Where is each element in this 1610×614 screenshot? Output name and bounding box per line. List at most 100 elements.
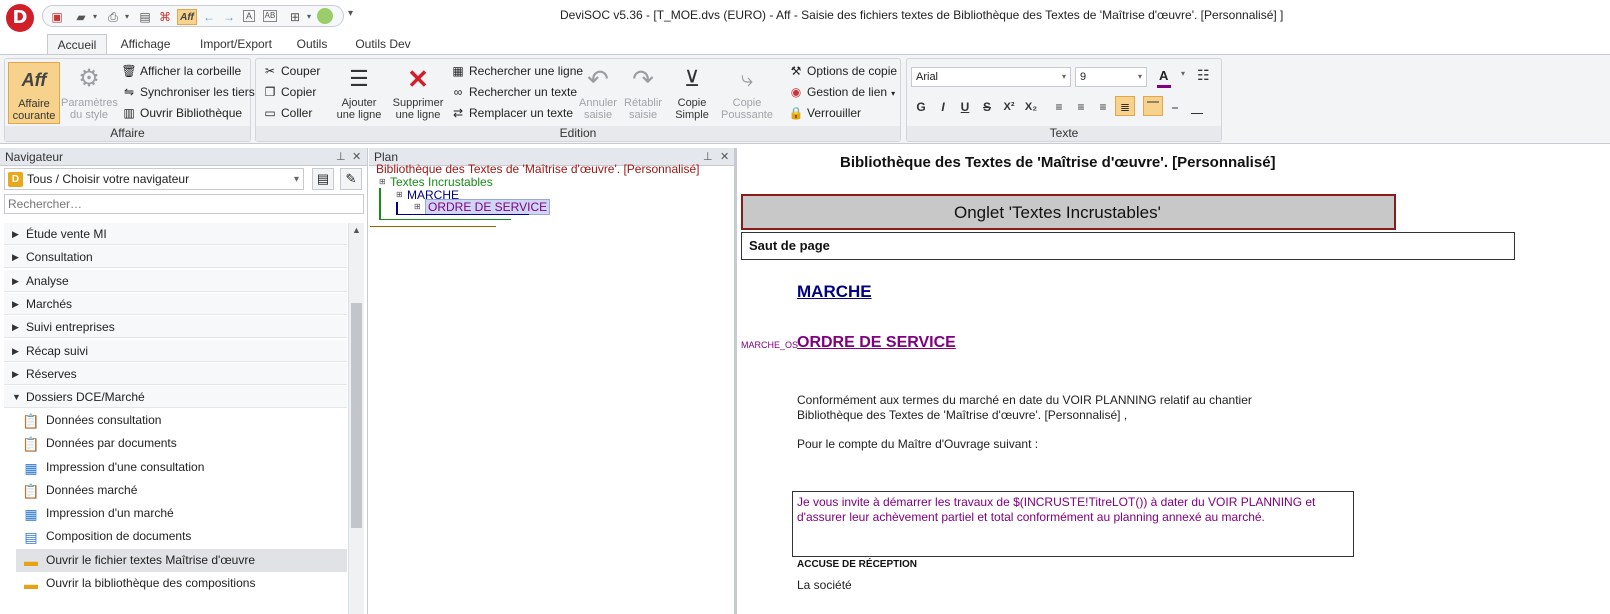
page-setup-icon[interactable]: ▤ (137, 9, 153, 25)
close-icon[interactable]: ✕ (720, 148, 729, 166)
nav-sub-composition-documents[interactable]: ▤ Composition de documents (16, 525, 347, 548)
chevron-down-icon: ▾ (1061, 72, 1066, 81)
tab-affichage[interactable]: Affichage (113, 34, 178, 54)
rechercher-texte-button[interactable]: ∞ Rechercher un texte (450, 83, 577, 101)
nav-sub-ouvrir-bibliotheque-compositions[interactable]: ▬ Ouvrir la bibliothèque des compositions (16, 572, 347, 595)
font-family-select[interactable]: Arial ▾ (911, 67, 1071, 87)
font-color-icon[interactable]: A (1159, 68, 1168, 83)
pin-icon[interactable]: ⊥ (336, 148, 346, 166)
tab-outils[interactable]: Outils (290, 34, 334, 54)
document-editor[interactable]: Bibliothèque des Textes de 'Maîtrise d'œ… (740, 148, 1610, 614)
coller-label: Coller (281, 106, 313, 120)
ribbon: Aff Affaire courante ⚙ Paramètres du sty… (0, 54, 1610, 144)
tab-outils-dev[interactable]: Outils Dev (348, 34, 418, 54)
plan-node-textes-incrustables[interactable]: Textes Incrustables (390, 175, 493, 189)
app-window: D ▣ ▰ ▾ ⎙ ▾ ▤ ⌘ Aff ← → A AB ⊞ ▾ ▾ DeviS… (0, 0, 1610, 614)
strikethrough-button[interactable]: S (977, 96, 997, 116)
nav-item-etude-vente-mi[interactable]: ▶ Étude vente MI (4, 223, 347, 245)
navigator-scrollbar[interactable]: ▲ (348, 223, 364, 614)
list-icon[interactable]: ☷ (1197, 67, 1210, 84)
clipboard-icon: 📋 (22, 413, 40, 429)
ab-icon[interactable]: AB (263, 10, 277, 22)
nav-item-dossiers-dce-marche[interactable]: ▼ Dossiers DCE/Marché (4, 386, 347, 408)
forward-icon[interactable]: → (221, 9, 237, 25)
nav-item-reserves[interactable]: ▶ Réserves (4, 363, 347, 385)
options-copie-button[interactable]: ⚒ Options de copie (788, 62, 897, 80)
copier-button[interactable]: ❐ Copier (262, 83, 317, 101)
plan-node-ordre-de-service[interactable]: ORDRE DE SERVICE (425, 199, 551, 215)
nav-item-suivi-entreprises[interactable]: ▶ Suivi entreprises (4, 316, 347, 338)
nav-item-marches[interactable]: ▶ Marchés (4, 293, 347, 315)
font-size-select[interactable]: 9 ▾ (1075, 67, 1147, 87)
expand-icon[interactable]: ⊞ (379, 177, 386, 186)
align-center-icon[interactable]: ≡ (1071, 96, 1091, 116)
subscript-button[interactable]: X₂ (1021, 96, 1041, 116)
back-icon[interactable]: ← (201, 9, 217, 25)
nav-sub-donnees-documents[interactable]: 📋 Données par documents (16, 432, 347, 455)
collapse-icon[interactable]: ▤ (312, 168, 334, 190)
expand-icon[interactable]: ⊞ (396, 190, 403, 199)
nav-sub-impression-consultation[interactable]: ▦ Impression d'une consultation (16, 456, 347, 479)
nav-item-recap-suivi[interactable]: ▶ Récap suivi (4, 340, 347, 362)
afficher-corbeille-button[interactable]: 🗑 Afficher la corbeille (121, 62, 241, 80)
customize-qat-icon[interactable]: ▾ (348, 8, 353, 19)
navigator-search-input[interactable] (4, 194, 364, 214)
nav-sub-donnees-marche[interactable]: 📋 Données marché (16, 479, 347, 502)
annuler-saisie-button[interactable]: ↶ Annuler saisie (576, 62, 620, 124)
ajouter-ligne-button[interactable]: ☰ Ajouter une ligne (328, 62, 390, 124)
supprimer-ligne-button[interactable]: ✕ Supprimer une ligne (390, 62, 446, 124)
open-dropdown-icon[interactable]: ▾ (87, 9, 103, 25)
copie-poussante-button[interactable]: ⤷ Copie Poussante (716, 62, 778, 124)
plan-root[interactable]: Bibliothèque des Textes de 'Maîtrise d'œ… (376, 162, 721, 176)
nav-sub-donnees-consultation[interactable]: 📋 Données consultation (16, 409, 347, 432)
nav-item-consultation[interactable]: ▶ Consultation (4, 246, 347, 268)
copie-simple-button[interactable]: ⊻ Copie Simple (670, 62, 714, 124)
print-dropdown-icon[interactable]: ▾ (119, 9, 135, 25)
globe-icon[interactable] (317, 8, 333, 24)
superscript-button[interactable]: X² (999, 96, 1019, 116)
remplacer-texte-button[interactable]: ⇄ Remplacer un texte (450, 104, 573, 122)
synchroniser-tiers-button[interactable]: ⇋ Synchroniser les tiers (121, 83, 255, 101)
valign-bottom-icon[interactable]: ⎽ (1187, 96, 1207, 116)
nav-sub-impression-marche[interactable]: ▦ Impression d'un marché (16, 502, 347, 525)
tab-accueil[interactable]: Accueil (47, 34, 107, 54)
close-icon[interactable]: ✕ (352, 148, 361, 166)
align-right-icon[interactable]: ≡ (1093, 96, 1113, 116)
saut-de-page-row[interactable] (741, 232, 1515, 260)
group-edition: ✂ Couper ❐ Copier ▭ Coller ☰ Ajouter une li… (255, 58, 901, 142)
align-left-icon[interactable]: ≡ (1049, 96, 1069, 116)
navigator-select[interactable]: D Tous / Choisir votre navigateur ▾ (4, 168, 304, 190)
tab-import-export[interactable]: Import/Export (190, 34, 282, 54)
undo-icon: ↶ (587, 64, 609, 94)
new-icon[interactable]: ▣ (49, 9, 65, 25)
valign-middle-icon[interactable]: ⎯ (1165, 96, 1185, 116)
chevron-down-icon[interactable]: ▾ (1181, 69, 1185, 78)
nav-item-analyse[interactable]: ▶ Analyse (4, 270, 347, 292)
scroll-up-icon[interactable]: ▲ (352, 225, 361, 235)
bold-button[interactable]: G (911, 96, 931, 116)
a-icon[interactable]: A (243, 10, 255, 22)
pdf-icon[interactable]: ⌘ (157, 9, 173, 25)
valign-top-icon[interactable]: ⎺ (1143, 96, 1163, 116)
underline-button[interactable]: U (955, 96, 975, 116)
italic-button[interactable]: I (933, 96, 953, 116)
la-societe: La société (797, 578, 852, 592)
scrollbar-thumb[interactable] (351, 303, 362, 528)
retablir-saisie-button[interactable]: ↷ Rétablir saisie (620, 62, 666, 124)
affaire-courante-button[interactable]: Aff Affaire courante (8, 62, 60, 124)
window-dropdown-icon[interactable]: ▾ (301, 9, 317, 25)
aff-icon[interactable]: Aff (177, 9, 197, 25)
coller-button[interactable]: ▭ Coller (262, 104, 312, 122)
verrouiller-button[interactable]: 🔒 Verrouiller (788, 104, 862, 122)
justify-icon[interactable]: ≣ (1115, 96, 1135, 116)
nav-sub-ouvrir-fichier-textes[interactable]: ▬ Ouvrir le fichier textes Maîtrise d'œuv… (16, 549, 347, 572)
ouvrir-bibliotheque-button[interactable]: ▥ Ouvrir Bibliothèque (121, 104, 242, 122)
couper-button[interactable]: ✂ Couper (262, 62, 320, 80)
parametres-style-button[interactable]: ⚙ Paramètres du style (61, 62, 118, 124)
app-logo[interactable]: D (6, 4, 34, 32)
nav-item-label: Marchés (26, 297, 73, 311)
expand-icon[interactable]: ⊞ (414, 202, 421, 211)
rechercher-ligne-button[interactable]: ▦ Rechercher une ligne (450, 62, 583, 80)
gestion-lien-button[interactable]: ◉ Gestion de lien ▾ (788, 83, 895, 101)
edit-list-icon[interactable]: ✎ (340, 168, 362, 190)
